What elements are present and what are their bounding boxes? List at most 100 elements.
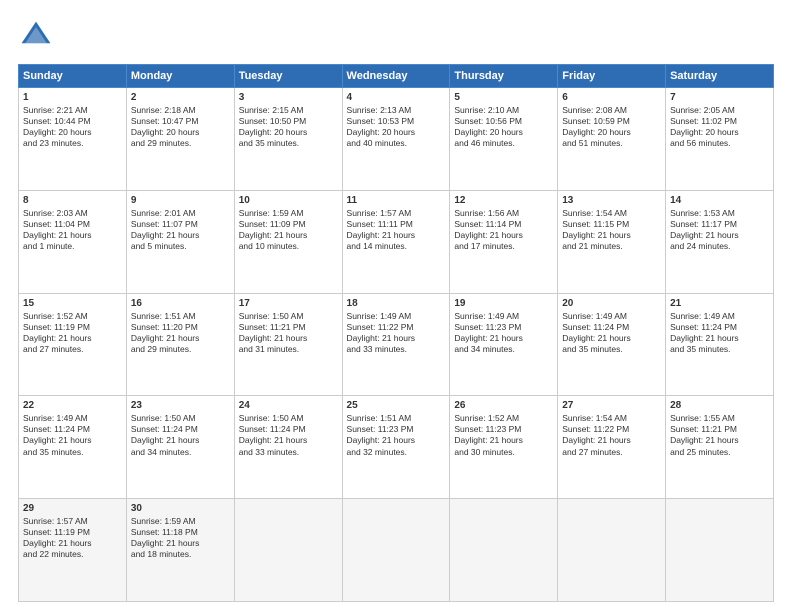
day-info: Sunrise: 1:53 AM bbox=[670, 208, 769, 219]
day-info: Sunset: 11:24 PM bbox=[23, 424, 122, 435]
day-info: and 18 minutes. bbox=[131, 549, 230, 560]
day-info: Sunset: 11:23 PM bbox=[347, 424, 446, 435]
header-day: Monday bbox=[126, 65, 234, 88]
day-number: 19 bbox=[454, 297, 553, 310]
day-info: Daylight: 20 hours bbox=[562, 127, 661, 138]
day-info: and 51 minutes. bbox=[562, 138, 661, 149]
day-info: Sunset: 11:21 PM bbox=[239, 322, 338, 333]
day-number: 20 bbox=[562, 297, 661, 310]
day-info: Sunrise: 2:13 AM bbox=[347, 105, 446, 116]
day-number: 7 bbox=[670, 91, 769, 104]
day-number: 5 bbox=[454, 91, 553, 104]
calendar-cell: 14Sunrise: 1:53 AMSunset: 11:17 PMDaylig… bbox=[666, 190, 774, 293]
calendar-cell: 12Sunrise: 1:56 AMSunset: 11:14 PMDaylig… bbox=[450, 190, 558, 293]
day-info: Sunset: 11:02 PM bbox=[670, 116, 769, 127]
day-info: Sunrise: 2:03 AM bbox=[23, 208, 122, 219]
calendar-cell: 25Sunrise: 1:51 AMSunset: 11:23 PMDaylig… bbox=[342, 396, 450, 499]
page: SundayMondayTuesdayWednesdayThursdayFrid… bbox=[0, 0, 792, 612]
day-info: Daylight: 21 hours bbox=[239, 333, 338, 344]
day-number: 8 bbox=[23, 194, 122, 207]
calendar-cell bbox=[558, 499, 666, 602]
day-number: 10 bbox=[239, 194, 338, 207]
day-number: 12 bbox=[454, 194, 553, 207]
day-info: Sunset: 10:50 PM bbox=[239, 116, 338, 127]
calendar-cell: 6Sunrise: 2:08 AMSunset: 10:59 PMDayligh… bbox=[558, 88, 666, 191]
day-info: and 29 minutes. bbox=[131, 138, 230, 149]
day-info: Sunset: 11:23 PM bbox=[454, 424, 553, 435]
day-info: Daylight: 21 hours bbox=[347, 435, 446, 446]
day-number: 25 bbox=[347, 399, 446, 412]
day-number: 28 bbox=[670, 399, 769, 412]
calendar-cell bbox=[666, 499, 774, 602]
day-info: Sunrise: 2:21 AM bbox=[23, 105, 122, 116]
day-info: Sunrise: 2:18 AM bbox=[131, 105, 230, 116]
day-info: Daylight: 20 hours bbox=[454, 127, 553, 138]
day-number: 26 bbox=[454, 399, 553, 412]
day-info: Sunset: 11:04 PM bbox=[23, 219, 122, 230]
day-info: Sunrise: 1:52 AM bbox=[23, 311, 122, 322]
day-info: Sunset: 11:15 PM bbox=[562, 219, 661, 230]
day-info: Daylight: 21 hours bbox=[239, 435, 338, 446]
day-info: Sunrise: 1:49 AM bbox=[347, 311, 446, 322]
day-number: 23 bbox=[131, 399, 230, 412]
week-row: 15Sunrise: 1:52 AMSunset: 11:19 PMDaylig… bbox=[19, 293, 774, 396]
day-info: and 56 minutes. bbox=[670, 138, 769, 149]
day-info: Sunrise: 1:49 AM bbox=[454, 311, 553, 322]
calendar-cell: 21Sunrise: 1:49 AMSunset: 11:24 PMDaylig… bbox=[666, 293, 774, 396]
calendar-cell bbox=[234, 499, 342, 602]
day-number: 14 bbox=[670, 194, 769, 207]
calendar-cell: 2Sunrise: 2:18 AMSunset: 10:47 PMDayligh… bbox=[126, 88, 234, 191]
day-info: and 24 minutes. bbox=[670, 241, 769, 252]
day-info: Daylight: 21 hours bbox=[347, 230, 446, 241]
day-info: Daylight: 21 hours bbox=[23, 333, 122, 344]
day-info: Sunset: 11:18 PM bbox=[131, 527, 230, 538]
header-day: Thursday bbox=[450, 65, 558, 88]
header-row: SundayMondayTuesdayWednesdayThursdayFrid… bbox=[19, 65, 774, 88]
day-info: Sunrise: 1:50 AM bbox=[239, 311, 338, 322]
day-info: Sunrise: 2:15 AM bbox=[239, 105, 338, 116]
day-info: Sunset: 11:07 PM bbox=[131, 219, 230, 230]
calendar-cell: 8Sunrise: 2:03 AMSunset: 11:04 PMDayligh… bbox=[19, 190, 127, 293]
day-info: Daylight: 20 hours bbox=[239, 127, 338, 138]
day-info: Sunrise: 1:55 AM bbox=[670, 413, 769, 424]
day-info: Sunrise: 1:51 AM bbox=[347, 413, 446, 424]
day-info: Sunrise: 2:05 AM bbox=[670, 105, 769, 116]
week-row: 8Sunrise: 2:03 AMSunset: 11:04 PMDayligh… bbox=[19, 190, 774, 293]
day-info: Daylight: 21 hours bbox=[670, 333, 769, 344]
day-info: Daylight: 21 hours bbox=[562, 230, 661, 241]
day-info: and 23 minutes. bbox=[23, 138, 122, 149]
day-info: and 10 minutes. bbox=[239, 241, 338, 252]
day-info: Daylight: 21 hours bbox=[131, 230, 230, 241]
day-info: Sunrise: 1:49 AM bbox=[562, 311, 661, 322]
day-info: Daylight: 20 hours bbox=[347, 127, 446, 138]
day-info: Sunset: 11:14 PM bbox=[454, 219, 553, 230]
day-info: Sunrise: 1:57 AM bbox=[23, 516, 122, 527]
day-number: 9 bbox=[131, 194, 230, 207]
header-day: Sunday bbox=[19, 65, 127, 88]
day-info: and 29 minutes. bbox=[131, 344, 230, 355]
calendar-cell: 16Sunrise: 1:51 AMSunset: 11:20 PMDaylig… bbox=[126, 293, 234, 396]
day-number: 29 bbox=[23, 502, 122, 515]
day-info: and 21 minutes. bbox=[562, 241, 661, 252]
day-info: Sunrise: 2:01 AM bbox=[131, 208, 230, 219]
day-info: and 33 minutes. bbox=[347, 344, 446, 355]
calendar-cell: 30Sunrise: 1:59 AMSunset: 11:18 PMDaylig… bbox=[126, 499, 234, 602]
day-info: Daylight: 21 hours bbox=[562, 435, 661, 446]
calendar-cell: 5Sunrise: 2:10 AMSunset: 10:56 PMDayligh… bbox=[450, 88, 558, 191]
week-row: 1Sunrise: 2:21 AMSunset: 10:44 PMDayligh… bbox=[19, 88, 774, 191]
day-info: and 17 minutes. bbox=[454, 241, 553, 252]
day-info: Daylight: 20 hours bbox=[670, 127, 769, 138]
day-info: and 34 minutes. bbox=[454, 344, 553, 355]
day-info: Daylight: 20 hours bbox=[23, 127, 122, 138]
calendar-cell: 29Sunrise: 1:57 AMSunset: 11:19 PMDaylig… bbox=[19, 499, 127, 602]
calendar-cell: 15Sunrise: 1:52 AMSunset: 11:19 PMDaylig… bbox=[19, 293, 127, 396]
calendar-cell: 1Sunrise: 2:21 AMSunset: 10:44 PMDayligh… bbox=[19, 88, 127, 191]
day-info: Daylight: 21 hours bbox=[23, 435, 122, 446]
day-number: 6 bbox=[562, 91, 661, 104]
day-info: and 22 minutes. bbox=[23, 549, 122, 560]
day-info: and 35 minutes. bbox=[670, 344, 769, 355]
day-info: Daylight: 21 hours bbox=[131, 333, 230, 344]
day-info: Daylight: 21 hours bbox=[23, 230, 122, 241]
day-info: and 35 minutes. bbox=[239, 138, 338, 149]
day-info: Sunset: 11:21 PM bbox=[670, 424, 769, 435]
